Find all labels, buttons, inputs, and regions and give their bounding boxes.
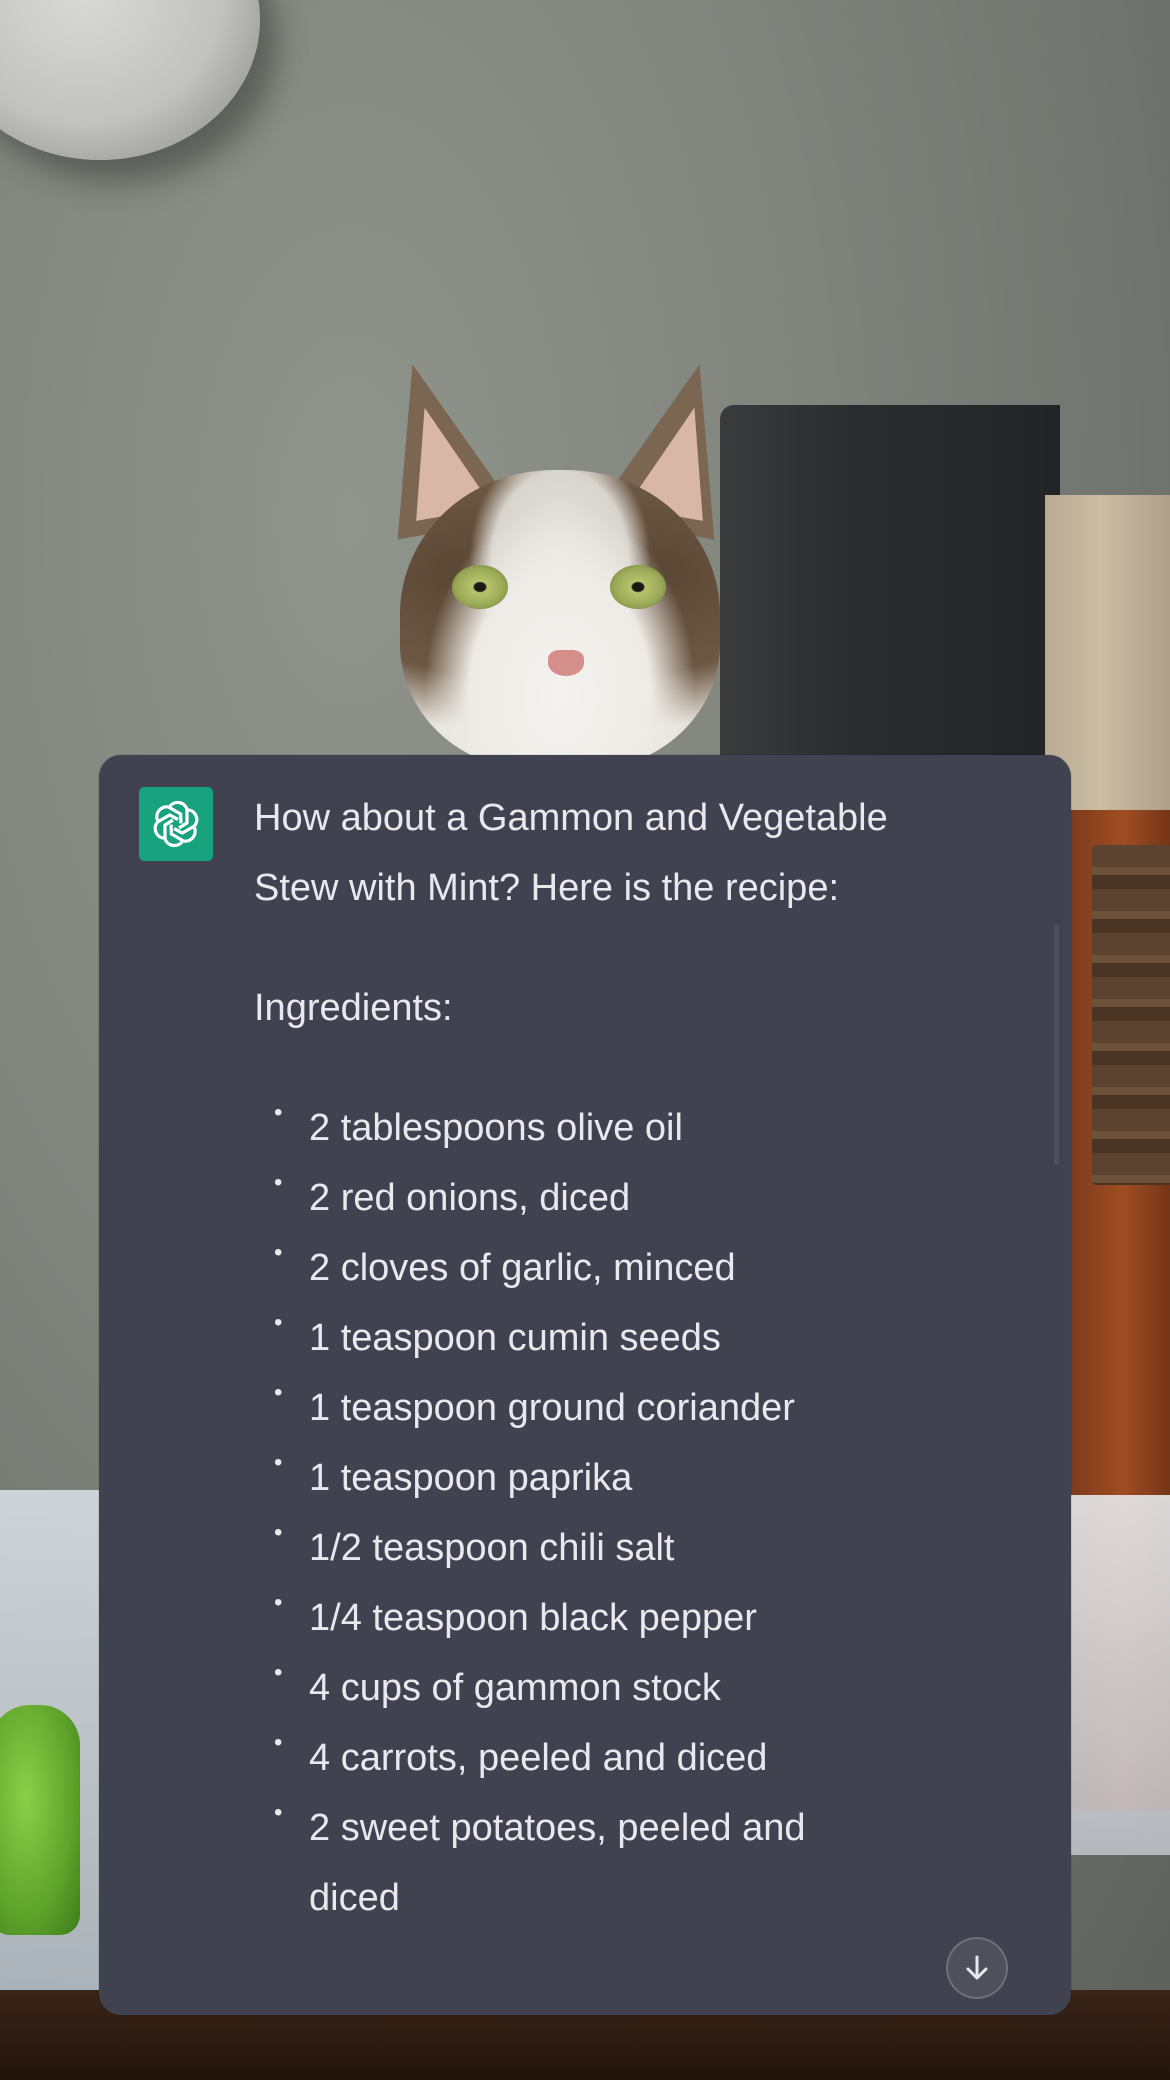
list-item: • 1 teaspoon paprika xyxy=(274,1449,633,1499)
openai-logo-icon xyxy=(139,787,213,861)
assistant-message-card: How about a Gammon and Vegetable Stew wi… xyxy=(99,755,1071,2015)
list-item: • 2 red onions, diced xyxy=(274,1169,631,1219)
plastic-box-right xyxy=(1060,1495,1170,1855)
cat-eye-left xyxy=(452,565,508,609)
green-toy xyxy=(0,1705,80,1935)
ingredients-list: • 2 tablespoons olive oil • 2 red onions, … xyxy=(254,1093,894,1933)
arrow-down-icon xyxy=(966,1955,988,1980)
list-item: • 4 carrots, peeled and diced xyxy=(274,1729,768,1779)
books xyxy=(1092,845,1170,1185)
cat-head xyxy=(400,470,720,770)
list-item: • 1 teaspoon cumin seeds xyxy=(274,1309,721,1359)
list-item: • 2 cloves of garlic, minced xyxy=(274,1239,736,1289)
list-item: • 1 teaspoon ground coriander xyxy=(274,1379,795,1429)
assistant-message-text: How about a Gammon and Vegetable Stew wi… xyxy=(254,783,894,1933)
list-item: • 4 cups of gammon stock xyxy=(274,1659,721,1709)
list-item: • 1/2 teaspoon chili salt xyxy=(274,1519,675,1569)
cat xyxy=(360,350,760,770)
list-item: • 2 sweet potatoes, peeled and diced xyxy=(274,1799,806,1919)
scrollbar[interactable] xyxy=(1054,925,1059,1165)
ingredients-heading: Ingredients: xyxy=(254,987,453,1029)
cat-eye-right xyxy=(610,565,666,609)
openai-logo-glyph xyxy=(153,800,199,848)
list-item: • 2 tablespoons olive oil xyxy=(274,1099,683,1149)
recipe-intro: How about a Gammon and Vegetable Stew wi… xyxy=(254,797,888,909)
cat-nose xyxy=(548,650,584,676)
list-item: • 1/4 teaspoon black pepper xyxy=(274,1589,757,1639)
scroll-down-button[interactable] xyxy=(946,1937,1008,1999)
